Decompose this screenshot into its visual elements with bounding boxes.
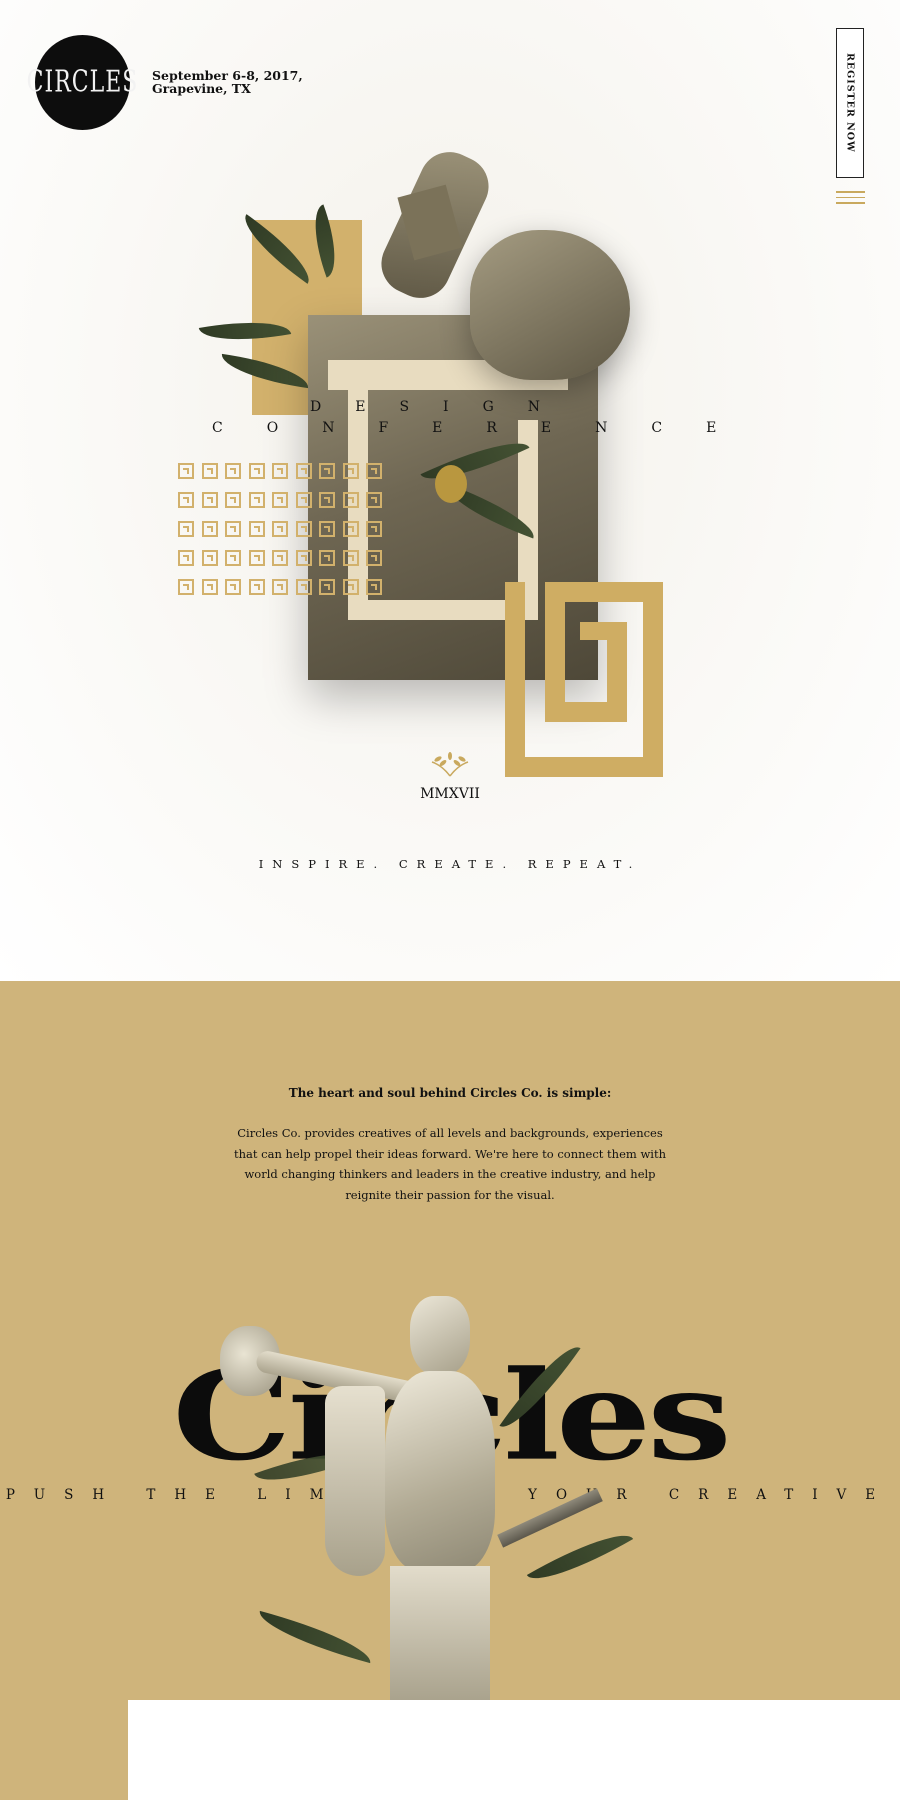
about-section: The heart and soul behind Circles Co. is… <box>0 981 900 1800</box>
statue-torso <box>385 1371 495 1571</box>
gold-spiral-inner <box>545 582 565 722</box>
statue-head <box>470 230 630 380</box>
statue-cloak <box>325 1386 385 1576</box>
logo-text: CIRCLES <box>26 65 139 100</box>
perseus-statue <box>215 1296 685 1716</box>
hero-artwork <box>180 120 680 800</box>
gold-spiral <box>505 582 663 777</box>
conference-word: CONFERENCE <box>212 420 761 436</box>
olive-leaf <box>254 1610 376 1664</box>
year-roman: MMXVII <box>420 786 480 802</box>
olive-leaf <box>499 1335 581 1439</box>
white-content-panel <box>128 1700 900 1800</box>
event-date: September 6-8, 2017, Grapevine, TX <box>152 69 303 95</box>
event-location: Grapevine, TX <box>152 81 251 96</box>
statue-sword <box>497 1488 603 1548</box>
about-body: Circles Co. provides creatives of all le… <box>233 1126 666 1202</box>
about-heading: The heart and soul behind Circles Co. is… <box>288 1086 612 1100</box>
olive-fruit <box>435 465 467 503</box>
circles-logo[interactable]: CIRCLES <box>27 35 137 130</box>
design-word: DESIGN <box>310 399 574 415</box>
greek-key-pattern-icon <box>178 463 388 595</box>
register-now-label: REGISTER NOW <box>844 53 856 153</box>
register-now-button[interactable]: REGISTER NOW <box>836 28 864 178</box>
statue-legs <box>390 1566 490 1716</box>
statue-helmet-head <box>410 1296 470 1376</box>
olive-leaf <box>526 1519 634 1595</box>
tagline: INSPIRE. CREATE. REPEAT. <box>258 857 642 871</box>
gold-spiral-inner <box>580 622 627 640</box>
hamburger-menu-icon[interactable] <box>836 191 865 205</box>
hero-section: CIRCLES September 6-8, 2017, Grapevine, … <box>0 0 900 981</box>
laurel-icon <box>431 752 469 777</box>
